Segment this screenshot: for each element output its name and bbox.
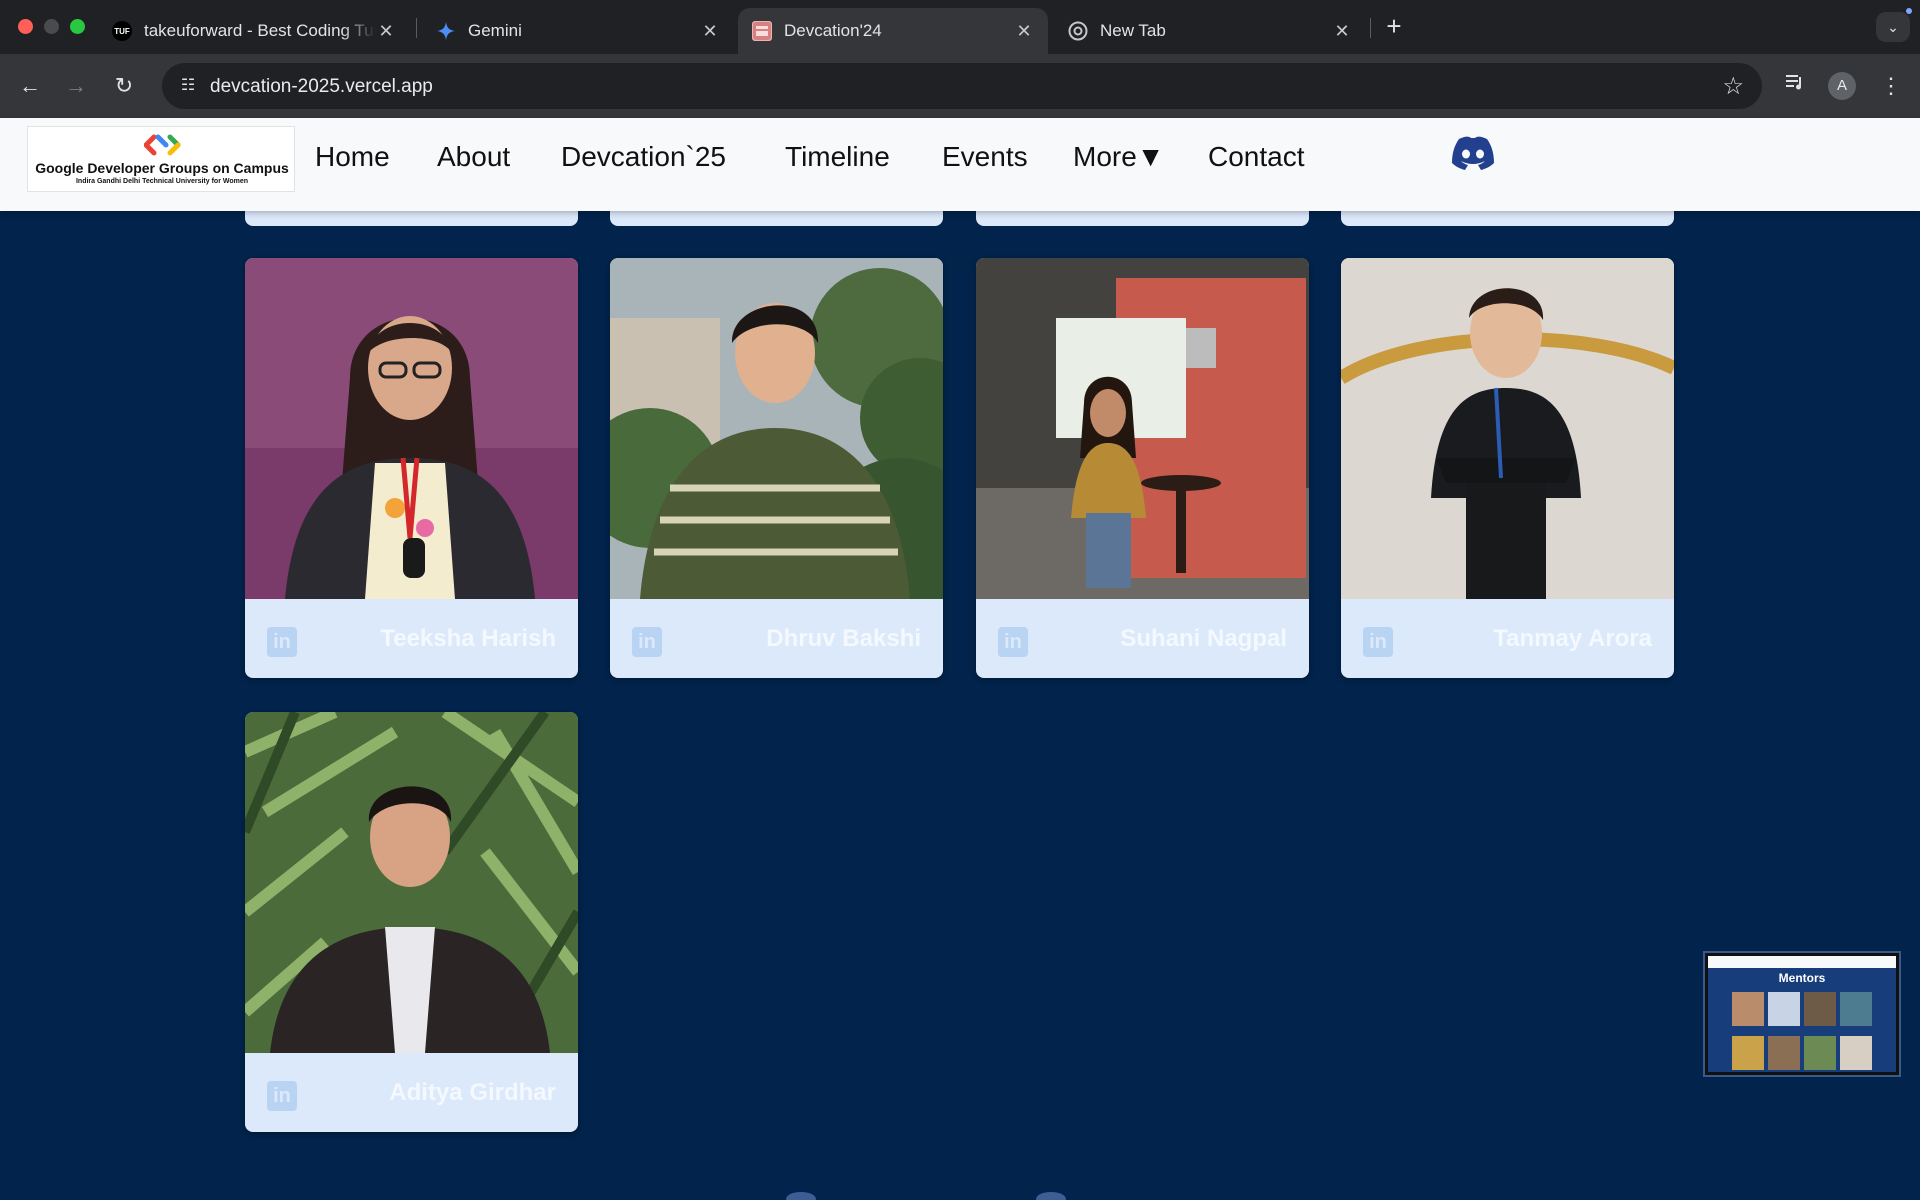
decorative-shape — [786, 1192, 816, 1200]
nav-home[interactable]: Home — [315, 141, 390, 173]
mentor-card: in Suhani Nagpal — [976, 258, 1309, 678]
mentor-card-footer: in Tanmay Arora — [1341, 599, 1674, 678]
close-window-button[interactable] — [18, 19, 33, 34]
discord-icon[interactable] — [1450, 135, 1496, 171]
mentor-card-footer: in Teeksha Harish — [245, 599, 578, 678]
tab-title: takeuforward - Best Coding Tutorials — [144, 21, 376, 40]
maximize-window-button[interactable] — [70, 19, 85, 34]
new-tab-button[interactable]: + — [1380, 12, 1408, 40]
mentor-name: Aditya Girdhar — [389, 1079, 556, 1106]
close-tab-icon[interactable]: ✕ — [1332, 21, 1352, 42]
nav-events[interactable]: Events — [942, 141, 1028, 173]
linkedin-icon[interactable]: in — [998, 627, 1028, 657]
linkedin-icon[interactable]: in — [267, 627, 297, 657]
gemini-icon — [436, 21, 456, 41]
tab-title: New Tab — [1100, 21, 1166, 40]
mentor-name: Teeksha Harish — [380, 625, 556, 652]
mentor-name: Tanmay Arora — [1493, 625, 1652, 652]
media-control-icon[interactable] — [1780, 71, 1810, 101]
tab-search-button[interactable]: ⌄ — [1876, 12, 1910, 42]
nav-about[interactable]: About — [437, 141, 510, 173]
tab-title: Gemini — [468, 21, 522, 40]
close-tab-icon[interactable]: ✕ — [376, 21, 396, 42]
forward-icon[interactable]: → — [60, 70, 92, 102]
bookmark-star-icon[interactable]: ☆ — [1722, 72, 1744, 101]
nav-contact[interactable]: Contact — [1208, 141, 1305, 173]
tab-gemini[interactable]: Gemini ✕ — [422, 8, 734, 54]
nav-more-dropdown[interactable]: More▼ — [1073, 141, 1165, 173]
minimize-window-button[interactable] — [44, 19, 59, 34]
tab-takeuforward[interactable]: TUF takeuforward - Best Coding Tutorials… — [98, 8, 410, 54]
logo-subtitle: Indira Gandhi Delhi Technical University… — [75, 178, 249, 185]
tab-title: Devcation'24 — [784, 21, 882, 40]
notification-dot — [1906, 8, 1912, 14]
gdg-logo[interactable]: Google Developer Groups on Campus Indira… — [27, 126, 295, 192]
mentor-photo — [1341, 258, 1674, 599]
browser-toolbar: ← → ↻ ☷ devcation-2025.vercel.app ☆ ⋮ — [0, 54, 1920, 118]
tab-devcation[interactable]: Devcation'24 ✕ — [738, 8, 1048, 54]
tuf-icon: TUF — [112, 21, 132, 41]
chrome-icon — [1068, 21, 1088, 41]
preview-screen: Mentors — [1708, 956, 1896, 1072]
mentor-photo — [976, 258, 1309, 599]
tab-separator — [416, 18, 417, 38]
devcation-icon — [752, 21, 772, 41]
mentor-name: Dhruv Bakshi — [766, 625, 921, 652]
mentor-card-footer: in Dhruv Bakshi — [610, 599, 943, 678]
close-tab-icon[interactable]: ✕ — [700, 21, 720, 42]
mentor-card-footer: in Suhani Nagpal — [976, 599, 1309, 678]
tab-separator — [1370, 18, 1371, 38]
mentor-card: in Tanmay Arora — [1341, 258, 1674, 678]
nav-timeline[interactable]: Timeline — [785, 141, 890, 173]
nav-devcation[interactable]: Devcation`25 — [561, 141, 726, 173]
gdg-brackets-icon — [144, 134, 181, 156]
tab-new-tab[interactable]: New Tab ✕ — [1054, 8, 1366, 54]
menu-kebab-icon[interactable]: ⋮ — [1876, 71, 1906, 101]
mentor-card: in Dhruv Bakshi — [610, 258, 943, 678]
back-icon[interactable]: ← — [14, 70, 46, 102]
close-tab-icon[interactable]: ✕ — [1014, 21, 1034, 42]
mentor-photo — [245, 712, 578, 1053]
linkedin-icon[interactable]: in — [267, 1081, 297, 1111]
mentor-photo — [610, 258, 943, 599]
browser-tab-strip: TUF takeuforward - Best Coding Tutorials… — [0, 0, 1920, 54]
site-info-icon[interactable]: ☷ — [176, 74, 200, 98]
site-navbar: Google Developer Groups on Campus Indira… — [0, 118, 1920, 211]
mentor-card-footer: in Aditya Girdhar — [245, 1053, 578, 1132]
logo-title: Google Developer Groups on Campus — [35, 160, 289, 176]
screen-share-preview[interactable]: Mentors — [1703, 951, 1901, 1077]
mentor-card: in Aditya Girdhar — [245, 712, 578, 1132]
url-text[interactable]: devcation-2025.vercel.app — [210, 76, 433, 98]
mentor-photo — [245, 258, 578, 599]
address-bar[interactable]: ☷ devcation-2025.vercel.app ☆ — [162, 63, 1762, 109]
mentor-name: Suhani Nagpal — [1120, 625, 1287, 652]
linkedin-icon[interactable]: in — [632, 627, 662, 657]
profile-avatar[interactable]: A — [1828, 72, 1856, 100]
decorative-shape — [1036, 1192, 1066, 1200]
mentor-card: in Teeksha Harish — [245, 258, 578, 678]
preview-title: Mentors — [1778, 971, 1826, 985]
reload-icon[interactable]: ↻ — [108, 70, 140, 102]
linkedin-icon[interactable]: in — [1363, 627, 1393, 657]
